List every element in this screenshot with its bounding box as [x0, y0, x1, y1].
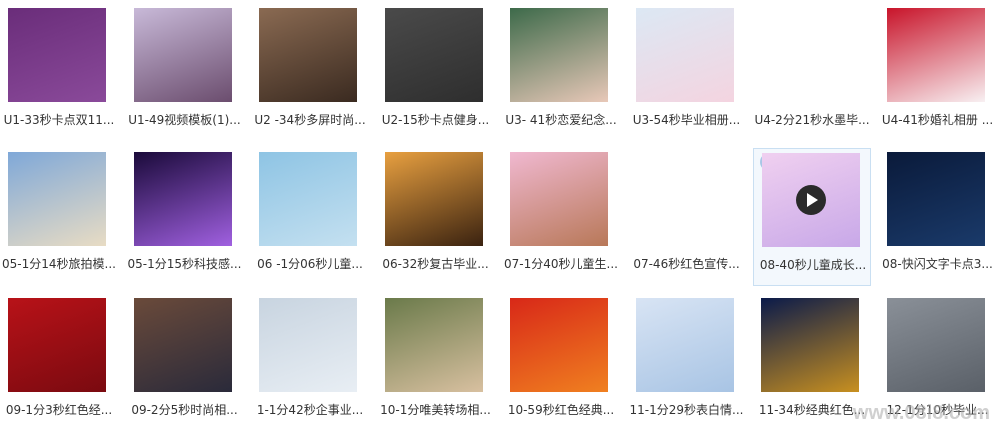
file-name: U4-2分21秒水墨毕...	[754, 113, 870, 127]
file-thumbnail[interactable]	[886, 152, 985, 246]
file-tile[interactable]: 10-59秒红色经典...	[502, 294, 620, 432]
thumbnail-image	[133, 298, 232, 392]
file-thumbnail[interactable]	[8, 152, 106, 246]
file-tile[interactable]: 09-1分3秒红色经...	[0, 294, 118, 432]
file-name: 10-59秒红色经典...	[507, 403, 615, 417]
file-tile[interactable]: 1-1分42秒企事业...	[251, 294, 369, 432]
thumbnail-image	[761, 298, 859, 392]
file-thumbnail[interactable]	[635, 8, 734, 102]
thumbnail-image	[510, 152, 608, 246]
file-name: 07-1分40秒儿童生...	[504, 257, 618, 271]
thumbnail-image	[259, 298, 357, 392]
file-tile[interactable]: U2-15秒卡点健身...	[377, 4, 495, 142]
file-thumbnail[interactable]	[761, 298, 859, 392]
thumbnail-image	[8, 8, 106, 102]
file-tile[interactable]: U3- 41秒恋爱纪念...	[502, 4, 620, 142]
thumbnail-image	[384, 298, 483, 392]
file-name: U3- 41秒恋爱纪念...	[505, 113, 617, 127]
thumbnail-image	[384, 152, 483, 246]
file-name: 11-1分29秒表白情...	[629, 403, 744, 417]
file-name: 06 -1分06秒儿童...	[257, 257, 363, 271]
thumbnail-image	[635, 152, 734, 246]
file-tile[interactable]: 05-1分14秒旅拍模...	[0, 148, 118, 286]
file-tile[interactable]: 06-32秒复古毕业...	[377, 148, 495, 286]
file-tile[interactable]: U1-33秒卡点双11...	[0, 4, 118, 142]
file-name: U2 -34秒多屏时尚...	[254, 113, 366, 127]
file-name: 08-40秒儿童成长...	[759, 258, 867, 272]
file-thumbnail[interactable]	[635, 152, 734, 246]
file-thumbnail[interactable]	[510, 8, 608, 102]
thumbnail-image	[8, 152, 106, 246]
file-thumbnail[interactable]	[8, 298, 106, 392]
file-thumbnail[interactable]	[133, 298, 232, 392]
watermark: www.08i8.com	[852, 402, 990, 424]
file-tile[interactable]: 11-1分29秒表白情...	[628, 294, 746, 432]
file-thumbnail[interactable]	[384, 298, 483, 392]
file-thumbnail[interactable]	[259, 8, 357, 102]
thumbnail-image	[510, 8, 608, 102]
file-tile[interactable]: 08-快闪文字卡点3...	[879, 148, 997, 286]
file-tile[interactable]: ✓08-40秒儿童成长...	[753, 148, 871, 286]
file-tile[interactable]: U1-49视频模板(1)...	[126, 4, 244, 142]
file-tile[interactable]: 05-1分15秒科技感...	[126, 148, 244, 286]
file-name: 06-32秒复古毕业...	[382, 257, 489, 271]
file-tile[interactable]: U4-2分21秒水墨毕...	[753, 4, 871, 142]
file-tile[interactable]: U4-41秒婚礼相册 ...	[879, 4, 997, 142]
file-tile[interactable]: U3-54秒毕业相册...	[628, 4, 746, 142]
file-thumbnail[interactable]	[510, 298, 608, 392]
file-name: 05-1分15秒科技感...	[127, 257, 242, 271]
file-thumbnail[interactable]	[635, 298, 734, 392]
file-thumbnail[interactable]	[259, 298, 357, 392]
thumbnail-image	[635, 298, 734, 392]
file-thumbnail[interactable]	[886, 8, 985, 102]
file-thumbnail[interactable]	[384, 8, 483, 102]
file-thumbnail[interactable]	[510, 152, 608, 246]
thumbnail-image	[133, 8, 232, 102]
file-thumbnail[interactable]	[761, 8, 859, 102]
file-name: 07-46秒红色宣传...	[633, 257, 740, 271]
file-tile[interactable]: 07-1分40秒儿童生...	[502, 148, 620, 286]
thumbnail-image	[384, 8, 483, 102]
file-tile[interactable]: 06 -1分06秒儿童...	[251, 148, 369, 286]
thumbnail-image	[761, 8, 859, 102]
file-name: U1-49视频模板(1)...	[128, 113, 241, 127]
file-name: 09-2分5秒时尚相...	[131, 403, 238, 417]
thumbnail-image	[886, 152, 985, 246]
file-thumbnail[interactable]	[384, 152, 483, 246]
file-tile[interactable]: 07-46秒红色宣传...	[628, 148, 746, 286]
thumbnail-image	[886, 8, 985, 102]
file-tile[interactable]: 10-1分唯美转场相...	[377, 294, 495, 432]
thumbnail-image	[635, 8, 734, 102]
play-icon[interactable]	[796, 185, 826, 215]
file-tile[interactable]: 09-2分5秒时尚相...	[126, 294, 244, 432]
file-thumbnail[interactable]	[133, 8, 232, 102]
thumbnail-image	[133, 152, 232, 246]
file-thumbnail[interactable]	[762, 153, 860, 247]
thumbnail-image	[510, 298, 608, 392]
thumbnail-image	[259, 8, 357, 102]
file-thumbnail[interactable]	[886, 298, 985, 392]
file-name: 1-1分42秒企事业...	[256, 403, 364, 417]
file-name: U1-33秒卡点双11...	[3, 113, 115, 127]
file-thumbnail[interactable]	[133, 152, 232, 246]
file-thumbnail[interactable]	[8, 8, 106, 102]
file-tile[interactable]: U2 -34秒多屏时尚...	[251, 4, 369, 142]
thumbnail-image	[886, 298, 985, 392]
file-name: U4-41秒婚礼相册 ...	[881, 113, 994, 127]
thumbnail-image	[259, 152, 357, 246]
file-name: U3-54秒毕业相册...	[632, 113, 741, 127]
file-name: 09-1分3秒红色经...	[5, 403, 113, 417]
file-thumbnail[interactable]	[259, 152, 357, 246]
file-name: 10-1分唯美转场相...	[380, 403, 491, 417]
file-name: U2-15秒卡点健身...	[381, 113, 490, 127]
file-name: 05-1分14秒旅拍模...	[2, 257, 116, 271]
file-grid: U1-33秒卡点双11... U1-49视频模板(1)... U2 -34秒多屏时尚…	[0, 0, 1000, 431]
file-name: 08-快闪文字卡点3...	[882, 257, 993, 271]
thumbnail-image	[8, 298, 106, 392]
